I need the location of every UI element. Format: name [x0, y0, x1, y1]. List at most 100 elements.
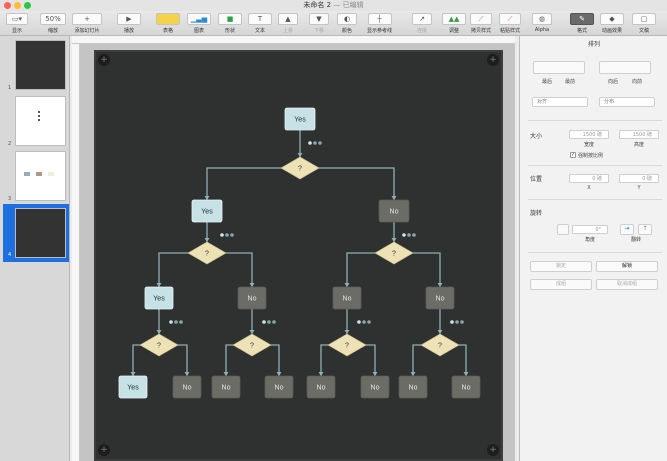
connector-line: [158, 252, 189, 287]
node-label: No: [183, 385, 192, 392]
node-label: No: [222, 385, 231, 392]
x-field[interactable]: 0 磅: [569, 174, 609, 183]
angle-field[interactable]: 0°: [572, 225, 608, 234]
node-label: No: [436, 296, 445, 303]
no-node[interactable]: No: [237, 286, 267, 310]
animate-button[interactable]: ◆ 动画效果: [600, 12, 624, 35]
node-label: Yes: [201, 209, 213, 216]
no-node[interactable]: No: [378, 199, 410, 223]
unlock-button[interactable]: 解锁: [596, 261, 658, 272]
align-popup[interactable]: 对齐: [532, 97, 588, 107]
flip-caption: 翻转: [630, 237, 641, 243]
connect-button[interactable]: ↗ 连接: [412, 12, 432, 35]
guides-icon: ┼: [367, 13, 392, 25]
width-caption: 宽度: [583, 142, 594, 148]
adjust-button[interactable]: ▲▲ 调整: [442, 12, 466, 35]
no-node[interactable]: No: [264, 375, 294, 399]
arrow-head: [223, 372, 229, 376]
no-node[interactable]: No: [306, 375, 336, 399]
chart-button[interactable]: ▁▃▅ 图表: [187, 12, 211, 35]
decision-node[interactable]: ?: [327, 333, 367, 357]
decision-node[interactable]: ?: [280, 156, 320, 180]
slide-thumbnail-4[interactable]: [15, 208, 66, 258]
text-button[interactable]: T 文本: [248, 12, 272, 35]
yes-node[interactable]: Yes: [118, 375, 148, 399]
send-to-back-button[interactable]: 最后: [537, 78, 557, 85]
add-slide-button[interactable]: + 添加幻灯片: [72, 12, 102, 35]
no-node[interactable]: No: [360, 375, 390, 399]
copy-style-button[interactable]: ⟋ 拷贝样式: [470, 12, 492, 35]
slide-number: 1: [8, 85, 12, 91]
send-backward-button[interactable]: 向后: [603, 78, 623, 85]
brush-icon: ✎: [570, 13, 594, 25]
slide-thumbnail-3[interactable]: [15, 151, 66, 201]
group-button[interactable]: 成组: [530, 279, 592, 290]
yes-node[interactable]: Yes: [191, 199, 223, 223]
table-button[interactable]: 表格: [156, 12, 180, 35]
bring-to-front-button[interactable]: 最前: [560, 78, 580, 85]
lock-button[interactable]: 锁定: [530, 261, 592, 272]
node-label: Yes: [127, 385, 139, 392]
decision-node[interactable]: ?: [187, 241, 227, 265]
toolbar: ▭▾ 显示 50% 缩放 + 添加幻灯片 ▶ 播放 表格 ▁▃▅ 图表 ■ 形状 T 文本 ▲…: [0, 11, 667, 36]
flip-horizontal-icon[interactable]: ⇥: [620, 224, 634, 235]
node-label: ?: [205, 251, 209, 258]
arrow-head: [249, 330, 255, 334]
slide-number: 4: [8, 252, 12, 258]
send-backward-button[interactable]: ▼ 下移: [309, 12, 329, 35]
document-button[interactable]: ▢ 文稿: [632, 12, 656, 35]
rotate-knob[interactable]: [557, 224, 569, 235]
guides-button[interactable]: ┼ 显示参考线: [367, 12, 392, 35]
status-dots: [220, 233, 234, 237]
status-dots: [357, 320, 371, 324]
shape-button[interactable]: ■ 形状: [218, 12, 242, 35]
adjust-icon: ▲▲: [442, 13, 466, 25]
distribute-popup[interactable]: 分布: [599, 97, 655, 107]
flip-vertical-icon[interactable]: ⇡: [638, 224, 652, 235]
no-node[interactable]: No: [398, 375, 428, 399]
window-title: 未命名 2 — 已编辑: [303, 1, 364, 9]
ungroup-button[interactable]: 取消成组: [596, 279, 658, 290]
play-button[interactable]: ▶ 播放: [117, 12, 141, 35]
height-field[interactable]: 1500 磅: [619, 130, 659, 139]
alpha-button[interactable]: ◍ Alpha: [532, 12, 552, 35]
constrain-checkbox[interactable]: ✓: [570, 152, 576, 158]
zoom-select[interactable]: 50% 缩放: [40, 12, 66, 35]
no-node[interactable]: No: [451, 375, 481, 399]
view-button[interactable]: ▭▾ 显示: [6, 12, 28, 35]
paste-style-icon: ⟋: [499, 13, 521, 25]
format-button[interactable]: ✎ 格式: [570, 12, 594, 35]
zoom-button[interactable]: [24, 2, 31, 9]
decision-node[interactable]: ?: [420, 333, 460, 357]
arrow-head: [463, 372, 469, 376]
node-label: ?: [157, 343, 161, 350]
slide-thumbnail-1[interactable]: [15, 40, 66, 90]
minimize-button[interactable]: [14, 2, 21, 9]
decision-node[interactable]: ?: [139, 333, 179, 357]
node-label: ?: [345, 343, 349, 350]
no-node[interactable]: No: [172, 375, 202, 399]
horizontal-ruler: [72, 36, 515, 44]
no-node[interactable]: No: [211, 375, 241, 399]
color-button[interactable]: ◐ 颜色: [337, 12, 357, 35]
connector-line: [365, 344, 376, 376]
bring-forward-button[interactable]: ▲ 上移: [278, 12, 298, 35]
decision-node[interactable]: ?: [232, 333, 272, 357]
y-field[interactable]: 0 磅: [619, 174, 659, 183]
decision-node[interactable]: ?: [374, 241, 414, 265]
no-node[interactable]: No: [332, 286, 362, 310]
width-field[interactable]: 1500 磅: [569, 130, 609, 139]
yes-node[interactable]: Yes: [284, 107, 316, 131]
yes-node[interactable]: Yes: [144, 286, 174, 310]
close-button[interactable]: [4, 2, 11, 9]
no-node[interactable]: No: [425, 286, 455, 310]
vertical-ruler: [72, 44, 80, 461]
bring-forward-button[interactable]: 向前: [627, 78, 647, 85]
document-icon: ▢: [632, 13, 656, 25]
angle-caption: 角度: [584, 237, 595, 243]
node-label: ?: [250, 343, 254, 350]
paste-style-button[interactable]: ⟋ 粘贴样式: [499, 12, 521, 35]
node-label: Yes: [153, 296, 165, 303]
connector-line: [412, 344, 422, 376]
slide-thumbnail-2[interactable]: [15, 96, 66, 146]
